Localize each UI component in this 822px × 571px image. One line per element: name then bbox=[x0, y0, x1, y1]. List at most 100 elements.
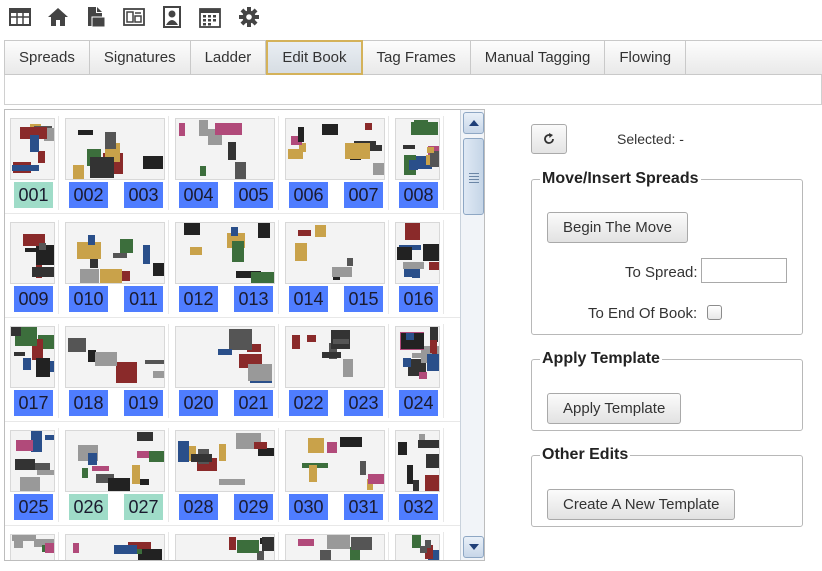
spread-thumbnail[interactable]: 006 007 bbox=[281, 116, 389, 210]
spread-row: 009 010 011 012 013 014 015 016 bbox=[5, 214, 460, 318]
spread-thumbnail[interactable] bbox=[391, 532, 444, 560]
portrait-icon[interactable] bbox=[161, 6, 183, 28]
page-number-label: 015 bbox=[344, 286, 383, 312]
tab-tag-frames[interactable]: Tag Frames bbox=[363, 41, 471, 74]
page-preview-image bbox=[175, 430, 275, 492]
spread-row: 017 018 019 020 021 022 023 024 bbox=[5, 318, 460, 422]
spread-thumbnail[interactable]: 002 003 bbox=[61, 116, 169, 210]
tab-bar: Spreads Signatures Ladder Edit Book Tag … bbox=[4, 40, 822, 75]
sub-toolbar bbox=[4, 75, 822, 105]
spread-thumbnail[interactable]: 028 029 bbox=[171, 428, 279, 522]
move-section-title: Move/Insert Spreads bbox=[542, 170, 699, 187]
page-number-label: 031 bbox=[344, 494, 383, 520]
gear-icon[interactable] bbox=[238, 6, 260, 28]
page-number-label: 003 bbox=[124, 182, 163, 208]
page-thumbnail[interactable]: 001 bbox=[6, 116, 59, 210]
scroll-up-button[interactable] bbox=[463, 112, 484, 134]
page-preview-image bbox=[65, 118, 165, 180]
page-preview-image bbox=[10, 430, 55, 492]
page-number-label: 007 bbox=[344, 182, 383, 208]
tab-ladder[interactable]: Ladder bbox=[191, 41, 267, 74]
page-number-label: 005 bbox=[234, 182, 273, 208]
home-icon[interactable] bbox=[47, 6, 69, 28]
page-preview-image bbox=[395, 222, 440, 284]
page-preview-image bbox=[175, 326, 275, 388]
apply-template-button[interactable]: Apply Template bbox=[547, 393, 682, 424]
spread-grid-panel: 001 002 003 004 005 006 007 008 009 010 011 012 013 0… bbox=[4, 109, 485, 561]
page-preview-image bbox=[395, 534, 440, 560]
page-thumbnail[interactable]: 009 bbox=[6, 220, 59, 314]
spread-thumbnail[interactable] bbox=[171, 532, 279, 560]
page-thumbnail[interactable]: 017 bbox=[6, 324, 59, 418]
spread-row: 001 002 003 004 005 006 007 008 bbox=[5, 110, 460, 214]
scroll-down-button[interactable] bbox=[463, 536, 484, 558]
page-preview-image bbox=[65, 534, 165, 560]
page-preview-image bbox=[65, 326, 165, 388]
pages-icon[interactable] bbox=[123, 6, 145, 28]
selected-status: Selected: - bbox=[617, 131, 684, 147]
page-preview-image bbox=[395, 430, 440, 492]
page-number-label: 008 bbox=[399, 182, 438, 208]
spread-thumbnail[interactable] bbox=[281, 532, 389, 560]
create-template-button[interactable]: Create A New Template bbox=[547, 489, 736, 520]
page-number-label: 018 bbox=[69, 390, 108, 416]
page-thumbnail[interactable]: 016 bbox=[391, 220, 444, 314]
spread-thumbnail[interactable]: 026 027 bbox=[61, 428, 169, 522]
apply-template-section: Apply Template Apply Template bbox=[531, 350, 803, 431]
refresh-button[interactable] bbox=[531, 124, 567, 154]
spread-row: 025 026 027 028 029 030 031 032 bbox=[5, 422, 460, 526]
page-number-label: 013 bbox=[234, 286, 273, 312]
triangle-down-icon bbox=[468, 544, 479, 550]
page-number-label: 025 bbox=[14, 494, 53, 520]
tab-manual-tagging[interactable]: Manual Tagging bbox=[471, 41, 606, 74]
page-number-label: 022 bbox=[289, 390, 328, 416]
top-toolbar bbox=[0, 0, 822, 36]
begin-move-button[interactable]: Begin The Move bbox=[547, 212, 688, 243]
page-number-label: 001 bbox=[14, 182, 53, 208]
tab-edit-book[interactable]: Edit Book bbox=[266, 40, 363, 75]
page-number-label: 028 bbox=[179, 494, 218, 520]
page-number-label: 009 bbox=[14, 286, 53, 312]
page-number-label: 002 bbox=[69, 182, 108, 208]
spread-thumbnail[interactable]: 020 021 bbox=[171, 324, 279, 418]
page-preview-image bbox=[65, 222, 165, 284]
calendar-icon[interactable] bbox=[199, 6, 221, 28]
spread-thumbnail[interactable]: 018 019 bbox=[61, 324, 169, 418]
spread-thumbnail[interactable]: 010 011 bbox=[61, 220, 169, 314]
to-end-of-book-checkbox[interactable] bbox=[707, 305, 722, 320]
spread-thumbnail[interactable] bbox=[6, 532, 59, 560]
page-preview-image bbox=[65, 430, 165, 492]
page-number-label: 019 bbox=[124, 390, 163, 416]
spread-thumbnail[interactable]: 022 023 bbox=[281, 324, 389, 418]
spread-thumbnail[interactable]: 004 005 bbox=[171, 116, 279, 210]
page-thumbnail[interactable]: 025 bbox=[6, 428, 59, 522]
page-number-label: 014 bbox=[289, 286, 328, 312]
page-thumbnail[interactable]: 008 bbox=[391, 116, 444, 210]
vertical-scrollbar[interactable] bbox=[460, 110, 484, 560]
spread-thumbnail[interactable]: 014 015 bbox=[281, 220, 389, 314]
tab-signatures[interactable]: Signatures bbox=[90, 41, 191, 74]
to-spread-label: To Spread: bbox=[625, 264, 698, 281]
page-number-label: 012 bbox=[179, 286, 218, 312]
page-preview-image bbox=[395, 118, 440, 180]
page-number-label: 006 bbox=[289, 182, 328, 208]
page-number-label: 020 bbox=[179, 390, 218, 416]
to-spread-input[interactable] bbox=[701, 258, 787, 283]
tab-spreads[interactable]: Spreads bbox=[4, 41, 90, 74]
spread-thumbnail[interactable]: 030 031 bbox=[281, 428, 389, 522]
documents-icon[interactable] bbox=[85, 6, 107, 28]
spread-row-partial bbox=[5, 526, 460, 560]
spread-thumbnail[interactable] bbox=[61, 532, 169, 560]
page-preview-image bbox=[285, 118, 385, 180]
page-thumbnail[interactable]: 024 bbox=[391, 324, 444, 418]
page-preview-image bbox=[285, 534, 385, 560]
page-thumbnail[interactable]: 032 bbox=[391, 428, 444, 522]
page-preview-image bbox=[10, 534, 55, 560]
tab-flowing[interactable]: Flowing bbox=[605, 41, 687, 74]
scroll-thumb[interactable] bbox=[463, 138, 484, 215]
layout-icon[interactable] bbox=[9, 6, 31, 28]
spread-thumbnail[interactable]: 012 013 bbox=[171, 220, 279, 314]
page-preview-image bbox=[285, 222, 385, 284]
page-preview-image bbox=[175, 118, 275, 180]
other-edits-title: Other Edits bbox=[542, 446, 629, 463]
